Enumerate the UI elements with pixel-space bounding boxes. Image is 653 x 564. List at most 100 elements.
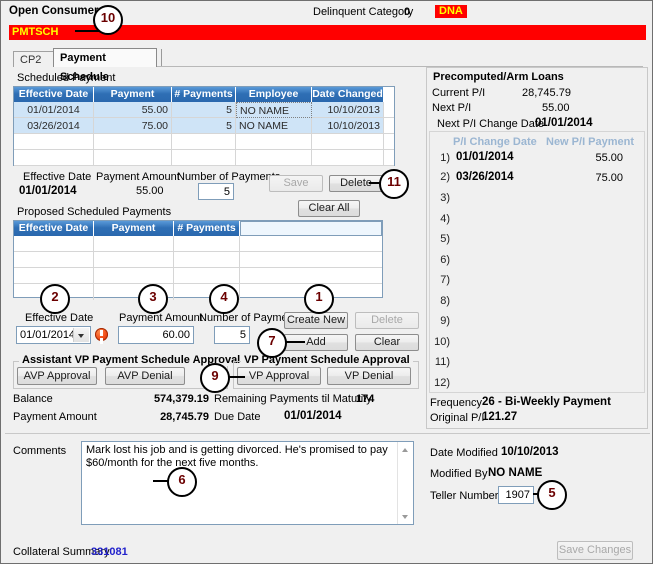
table-row[interactable]: 55.00 — [94, 102, 172, 118]
save-button[interactable]: Save — [269, 175, 323, 192]
proposed-delete-button[interactable]: Delete — [355, 312, 419, 329]
table-row[interactable]: 5 — [172, 118, 236, 134]
list-item[interactable] — [14, 236, 94, 252]
chevron-down-icon[interactable] — [73, 328, 89, 342]
summary-payment-amount-value: 28,745.79 — [160, 411, 209, 423]
col-header-proposed-spacer[interactable] — [240, 221, 382, 236]
table-row[interactable] — [312, 134, 384, 150]
table-row[interactable]: 01/01/2014 — [14, 102, 94, 118]
open-consumer-window: Open Consumer Delinquent Category 0 DNA … — [0, 0, 653, 564]
list-item[interactable] — [94, 236, 174, 252]
page-title: Open Consumer — [9, 5, 99, 17]
effective-date-combo[interactable]: 01/01/2014 — [16, 326, 91, 344]
scroll-down-icon[interactable] — [398, 510, 412, 524]
table-row[interactable] — [384, 118, 394, 134]
error-icon[interactable] — [95, 328, 108, 341]
tab-payment-schedule[interactable]: Payment Schedule — [53, 48, 157, 83]
dna-badge: DNA — [435, 5, 467, 18]
col-header-effective-date[interactable]: Effective Date — [14, 87, 94, 102]
current-pi-value: 28,745.79 — [522, 87, 571, 99]
col-header-spacer[interactable] — [384, 87, 394, 102]
next-pi-change-date-value: 01/01/2014 — [535, 117, 593, 129]
table-row[interactable]: 75.00 — [94, 118, 172, 134]
col-header-employee-name[interactable]: Employee Name — [236, 87, 312, 115]
proposed-group-label: Proposed Scheduled Payments — [17, 206, 172, 218]
vp-denial-button[interactable]: VP Denial — [327, 367, 411, 385]
table-row[interactable] — [384, 150, 394, 166]
bottom-divider — [5, 433, 650, 434]
avp-approval-button[interactable]: AVP Approval — [17, 367, 97, 385]
due-date-label: Due Date — [214, 411, 261, 423]
original-pi-value: 121.27 — [482, 411, 518, 423]
payment-amount-field[interactable]: 60.00 — [118, 326, 194, 344]
table-row[interactable] — [172, 134, 236, 150]
table-row[interactable] — [384, 102, 394, 118]
table-row[interactable]: 10/10/2013 — [312, 118, 384, 134]
teller-number-label: Teller Number — [430, 490, 499, 502]
pi-row-payment: 55.00 — [595, 152, 623, 164]
table-row[interactable]: 5 — [172, 102, 236, 118]
col-header-proposed-payment-amount[interactable]: Payment Amount — [94, 221, 174, 249]
remaining-payments-label: Remaining Payments til Maturity — [214, 393, 372, 405]
clear-button[interactable]: Clear — [355, 334, 419, 351]
col-header-date-changed[interactable]: Date Changed — [312, 87, 384, 102]
modified-by-label: Modified By — [430, 468, 488, 480]
clear-all-button[interactable]: Clear All — [298, 200, 360, 217]
table-row[interactable]: NO NAME — [236, 118, 312, 134]
scheduled-payment-grid[interactable]: Effective Date Payment Amount # Payments… — [13, 86, 395, 166]
comments-label: Comments — [13, 445, 67, 457]
list-item[interactable] — [14, 252, 94, 268]
table-row[interactable]: 10/10/2013 — [312, 102, 384, 118]
sp-num-payments-field[interactable]: 5 — [198, 183, 234, 200]
table-row[interactable] — [14, 134, 94, 150]
list-item[interactable] — [174, 252, 240, 268]
list-item[interactable] — [94, 252, 174, 268]
list-item[interactable] — [240, 252, 382, 268]
scheduled-payment-group-label: Scheduled Payment — [17, 72, 116, 84]
vp-approval-button[interactable]: VP Approval — [237, 367, 321, 385]
table-row[interactable] — [172, 150, 236, 166]
table-row[interactable]: 03/26/2014 — [14, 118, 94, 134]
list-item[interactable] — [14, 268, 94, 284]
comments-textarea[interactable]: Mark lost his job and is getting divorce… — [81, 441, 414, 525]
table-row[interactable] — [14, 150, 94, 166]
sp-payment-amount-value: 55.00 — [136, 185, 164, 197]
avp-denial-button[interactable]: AVP Denial — [105, 367, 185, 385]
col-header-num-payments[interactable]: # Payments — [172, 87, 236, 102]
number-of-payments-field[interactable]: 5 — [214, 326, 250, 344]
save-changes-button[interactable]: Save Changes — [557, 541, 633, 560]
pi-row-index: 7) — [440, 274, 450, 286]
delinquent-category-label: Delinquent Category — [313, 6, 414, 18]
table-row[interactable] — [236, 150, 312, 166]
list-item[interactable] — [174, 236, 240, 252]
teller-number-field[interactable]: 1907 — [498, 486, 534, 504]
list-item[interactable] — [174, 268, 240, 284]
date-modified-value: 10/10/2013 — [501, 446, 559, 458]
col-header-proposed-effective-date[interactable]: Effective Date — [14, 221, 94, 236]
sp-effective-date-label: Effective Date — [23, 171, 92, 183]
tab-separator — [161, 49, 162, 66]
tab-cp2[interactable]: CP2 — [13, 51, 55, 67]
list-item[interactable] — [240, 236, 382, 252]
comments-scrollbar[interactable] — [397, 442, 413, 524]
table-row[interactable] — [236, 134, 312, 150]
create-new-button[interactable]: Create New — [284, 312, 348, 329]
remaining-payments-value: 174 — [356, 393, 375, 405]
pi-row-index: 4) — [440, 213, 450, 225]
table-row[interactable]: NO NAME — [236, 102, 312, 118]
table-row[interactable] — [94, 134, 172, 150]
callout-badge-2: 2 — [40, 284, 70, 314]
list-item[interactable] — [94, 268, 174, 284]
original-pi-label: Original P/I — [430, 412, 485, 424]
table-row[interactable] — [312, 150, 384, 166]
pi-row-index: 1) — [440, 152, 450, 164]
table-row[interactable] — [384, 134, 394, 150]
list-item[interactable] — [240, 268, 382, 284]
col-header-payment-amount[interactable]: Payment Amount — [94, 87, 172, 115]
comments-text: Mark lost his job and is getting divorce… — [86, 444, 388, 469]
callout-badge-11: 11 — [379, 169, 409, 199]
col-header-proposed-num-payments[interactable]: # Payments — [174, 221, 240, 236]
collateral-summary-value[interactable]: 331081 — [91, 546, 128, 558]
scroll-up-icon[interactable] — [398, 442, 412, 456]
table-row[interactable] — [94, 150, 172, 166]
